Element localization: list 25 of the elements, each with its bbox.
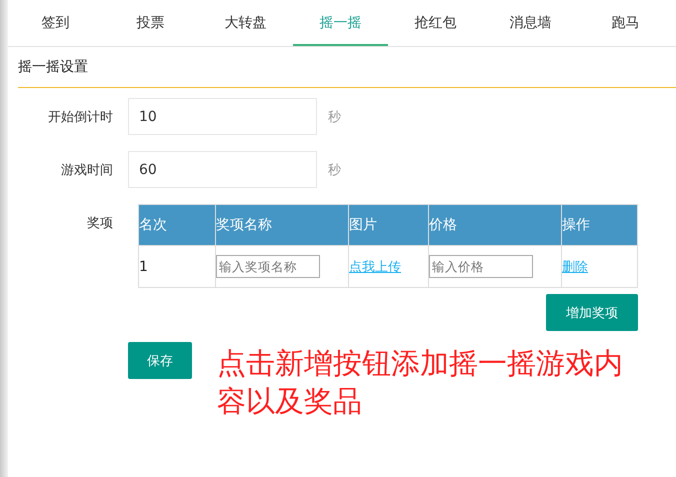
- input-field[interactable]: 60: [128, 151, 317, 188]
- field-label: 开始倒计时: [47, 108, 113, 126]
- field-label: 游戏时间: [60, 162, 113, 178]
- column-header: 奖项名称: [216, 204, 348, 246]
- column-header: 图片: [348, 204, 428, 246]
- tab[interactable]: 签到: [8, 0, 103, 46]
- unit-label: 秒: [328, 162, 341, 178]
- input-field[interactable]: 10: [128, 98, 317, 135]
- tab[interactable]: 投票: [103, 0, 198, 46]
- tab[interactable]: 抢红包: [388, 0, 483, 46]
- tab[interactable]: 大转盘: [198, 0, 293, 46]
- tab[interactable]: 跑马: [578, 0, 673, 46]
- add-prize-button[interactable]: 增加奖项: [546, 294, 638, 331]
- tab[interactable]: 消息墙: [483, 0, 578, 46]
- column-header: 价格: [428, 204, 562, 246]
- annotation-text: 点击新增按钮添加摇一摇游戏内容以及奖品: [217, 345, 624, 420]
- column-header: 操作: [562, 204, 638, 246]
- input-field[interactable]: 输入价格: [429, 255, 533, 278]
- section-title: 摇一摇设置: [18, 47, 676, 88]
- unit-label: 秒: [328, 108, 341, 126]
- save-button[interactable]: 保存: [128, 342, 192, 379]
- column-header: 名次: [138, 204, 216, 246]
- table-cell: 1: [138, 246, 216, 288]
- input-field[interactable]: 输入奖项名称: [216, 255, 320, 278]
- field-label: 奖项: [86, 215, 113, 233]
